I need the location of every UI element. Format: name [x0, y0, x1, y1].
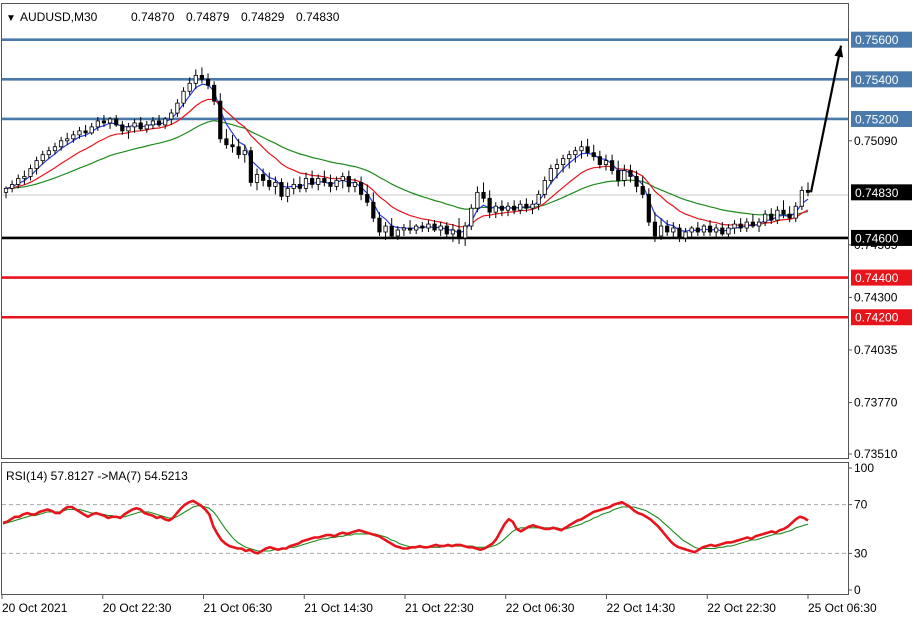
collapse-triangle-icon[interactable]: ▼: [6, 13, 16, 24]
svg-text:0.75200: 0.75200: [855, 112, 899, 126]
y-tick-label: 0.73770: [854, 395, 898, 409]
ohlc-low: 0.74829: [241, 10, 285, 24]
y-tick-label: 0.74300: [854, 290, 898, 304]
candle: [646, 188, 651, 227]
svg-text:0.74830: 0.74830: [855, 186, 899, 200]
y-tick-label: 0.74035: [854, 343, 898, 357]
current-price-tag: 0.74830: [851, 184, 912, 201]
x-tick-label: 20 Oct 2021: [2, 601, 68, 615]
x-tick-label: 22 Oct 22:30: [707, 601, 776, 615]
x-tick-label: 22 Oct 06:30: [506, 601, 575, 615]
ohlc-close: 0.74830: [296, 10, 340, 24]
rsi-tick-label: 30: [854, 546, 868, 560]
x-tick-label: 21 Oct 22:30: [405, 601, 474, 615]
svg-text:0.75400: 0.75400: [855, 73, 899, 87]
x-tick-label: 25 Oct 06:30: [808, 601, 877, 615]
rsi-tick-label: 70: [854, 498, 868, 512]
ohlc-high: 0.74879: [186, 10, 230, 24]
x-tick-label: 21 Oct 06:30: [204, 601, 273, 615]
level-price-tag-1[interactable]: 0.75400: [851, 71, 912, 88]
candle: [469, 204, 474, 231]
svg-text:0.74400: 0.74400: [855, 271, 899, 285]
level-price-tag-4[interactable]: 0.74400: [851, 269, 912, 286]
symbol-readout: AUDUSD,M30: [20, 10, 98, 24]
svg-text:0.74200: 0.74200: [855, 311, 899, 325]
ohlc-open: 0.74870: [131, 10, 175, 24]
rsi-readout: RSI(14) 57.8127 ->MA(7) 54.5213: [6, 469, 188, 483]
svg-text:0.75600: 0.75600: [855, 33, 899, 47]
level-price-tag-3[interactable]: 0.74600: [851, 229, 912, 246]
level-price-tag-2[interactable]: 0.75200: [851, 110, 912, 127]
x-tick-label: 20 Oct 22:30: [103, 601, 172, 615]
chart-window: ▼ AUDUSD,M30 0.74870 0.74879 0.74829 0.7…: [0, 0, 923, 630]
candle: [212, 81, 217, 106]
candle: [248, 146, 253, 187]
x-tick-label: 22 Oct 14:30: [607, 601, 676, 615]
candle: [799, 186, 804, 211]
y-tick-label: 0.75090: [854, 134, 898, 148]
level-price-tag-0[interactable]: 0.75600: [851, 31, 912, 48]
y-tick-label: 0.73510: [854, 447, 898, 461]
rsi-tick-label: 0: [854, 583, 861, 597]
x-tick-label: 21 Oct 14:30: [304, 601, 373, 615]
rsi-tick-label: 100: [854, 461, 874, 475]
svg-text:0.74600: 0.74600: [855, 231, 899, 245]
level-price-tag-5[interactable]: 0.74200: [851, 309, 912, 326]
